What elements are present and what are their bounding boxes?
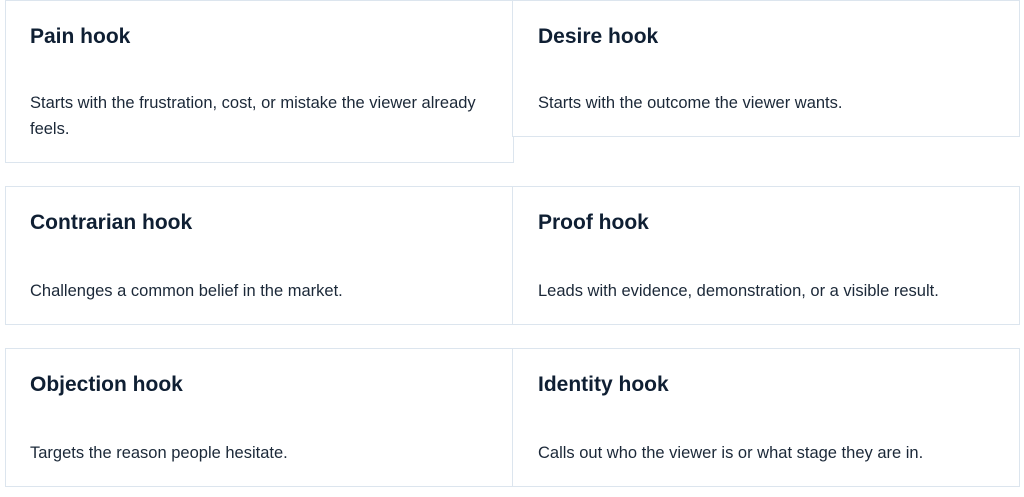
card-title: Proof hook — [538, 211, 649, 234]
hook-card-desire: Desire hook Starts with the outcome the … — [512, 0, 1020, 137]
hook-card-identity: Identity hook Calls out who the viewer i… — [512, 348, 1020, 487]
card-title: Identity hook — [538, 373, 669, 396]
card-description: Leads with evidence, demonstration, or a… — [538, 282, 939, 300]
hook-card-pain: Pain hook Starts with the frustration, c… — [5, 0, 514, 163]
hook-card-contrarian: Contrarian hook Challenges a common beli… — [5, 186, 514, 325]
card-title: Desire hook — [538, 25, 659, 48]
card-title: Contrarian hook — [30, 211, 193, 234]
card-description: Starts with the outcome the viewer wants… — [538, 94, 843, 112]
card-description: Calls out who the viewer is or what stag… — [538, 444, 924, 462]
card-description: Targets the reason people hesitate. — [30, 444, 288, 462]
card-description: Challenges a common belief in the market… — [30, 282, 343, 300]
card-title: Objection hook — [30, 373, 183, 396]
hook-card-objection: Objection hook Targets the reason people… — [5, 348, 514, 487]
hook-card-proof: Proof hook Leads with evidence, demonstr… — [512, 186, 1020, 325]
card-description: Starts with the frustration, cost, or mi… — [30, 94, 476, 138]
card-title: Pain hook — [30, 25, 131, 48]
